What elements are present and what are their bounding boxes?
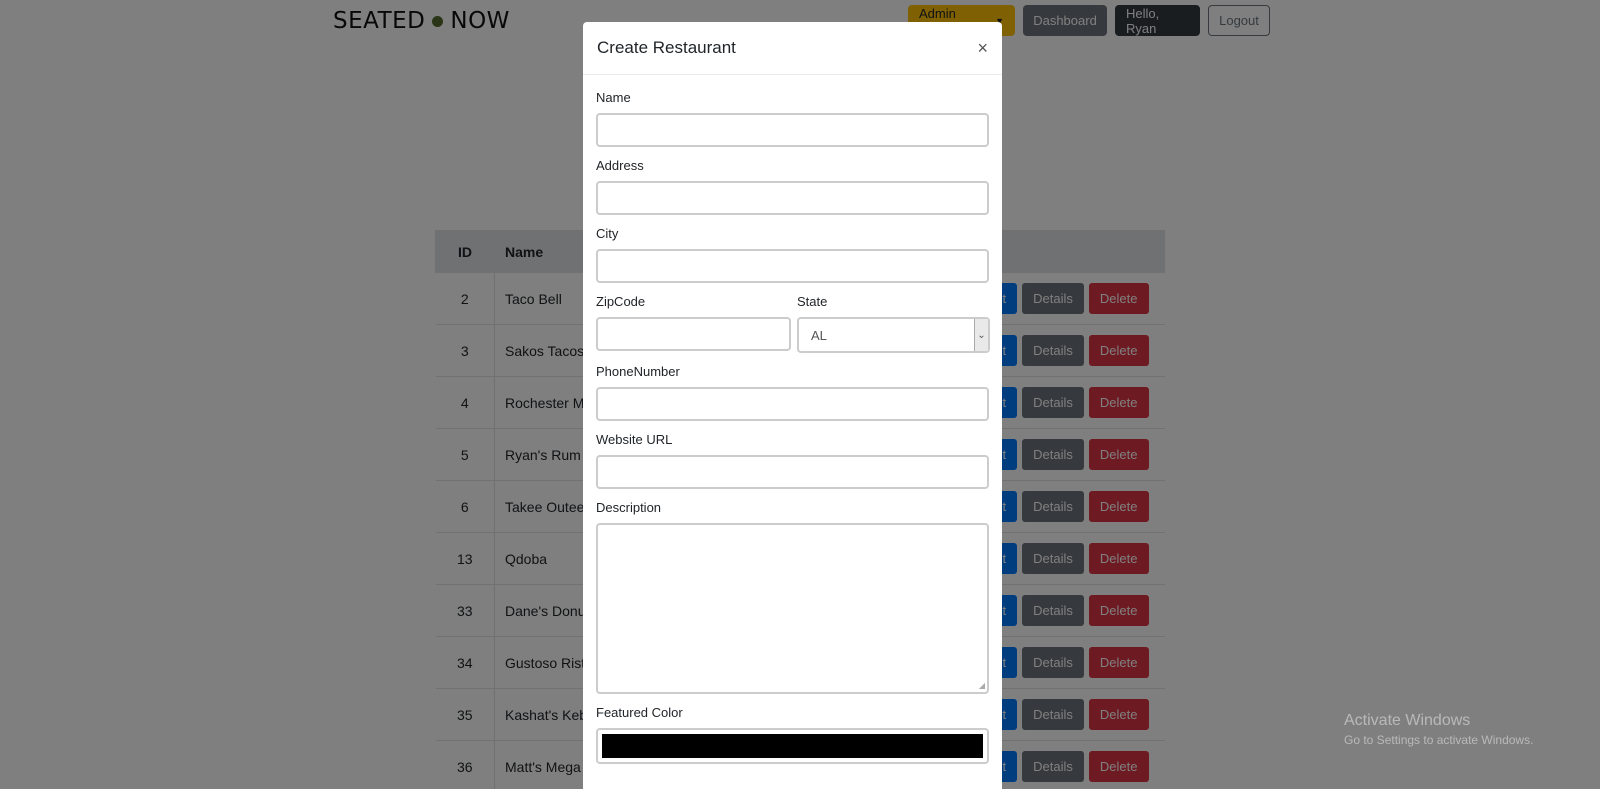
- address-input[interactable]: [596, 181, 989, 215]
- chevron-down-icon[interactable]: ⌄: [974, 319, 988, 351]
- zip-state-row: ZipCode State AL ⌄: [596, 293, 990, 363]
- watermark-title: Activate Windows: [1344, 712, 1471, 729]
- address-label: Address: [596, 158, 644, 173]
- resize-grip-icon[interactable]: ◢: [979, 681, 985, 690]
- zip-column: ZipCode: [596, 293, 791, 363]
- state-label: State: [797, 294, 828, 309]
- modal-header: Create Restaurant ×: [583, 22, 1002, 75]
- close-icon[interactable]: ×: [977, 38, 988, 59]
- create-restaurant-modal: Create Restaurant × Name Address City Zi…: [583, 22, 1002, 789]
- watermark-subtitle: Go to Settings to activate Windows.: [1344, 733, 1534, 747]
- state-column: State AL ⌄: [797, 293, 990, 363]
- phone-label: PhoneNumber: [596, 364, 680, 379]
- featured-color-input[interactable]: [596, 728, 989, 764]
- activate-windows-watermark: Activate Windows Go to Settings to activ…: [1344, 712, 1533, 747]
- state-select[interactable]: AL ⌄: [797, 317, 990, 353]
- city-label: City: [596, 226, 619, 241]
- phone-input[interactable]: [596, 387, 989, 421]
- website-label: Website URL: [596, 432, 673, 447]
- name-input[interactable]: [596, 113, 989, 147]
- featured-color-label: Featured Color: [596, 705, 683, 720]
- name-label: Name: [596, 90, 631, 105]
- website-input[interactable]: [596, 455, 989, 489]
- color-swatch: [602, 734, 983, 758]
- state-selected-value: AL: [811, 327, 827, 343]
- description-label: Description: [596, 500, 662, 515]
- zipcode-label: ZipCode: [596, 294, 646, 309]
- modal-body: Name Address City ZipCode State AL ⌄ Pho…: [583, 75, 1002, 778]
- zipcode-input[interactable]: [596, 317, 791, 351]
- description-textarea[interactable]: ◢: [596, 523, 989, 694]
- city-input[interactable]: [596, 249, 989, 283]
- modal-title: Create Restaurant: [597, 38, 736, 57]
